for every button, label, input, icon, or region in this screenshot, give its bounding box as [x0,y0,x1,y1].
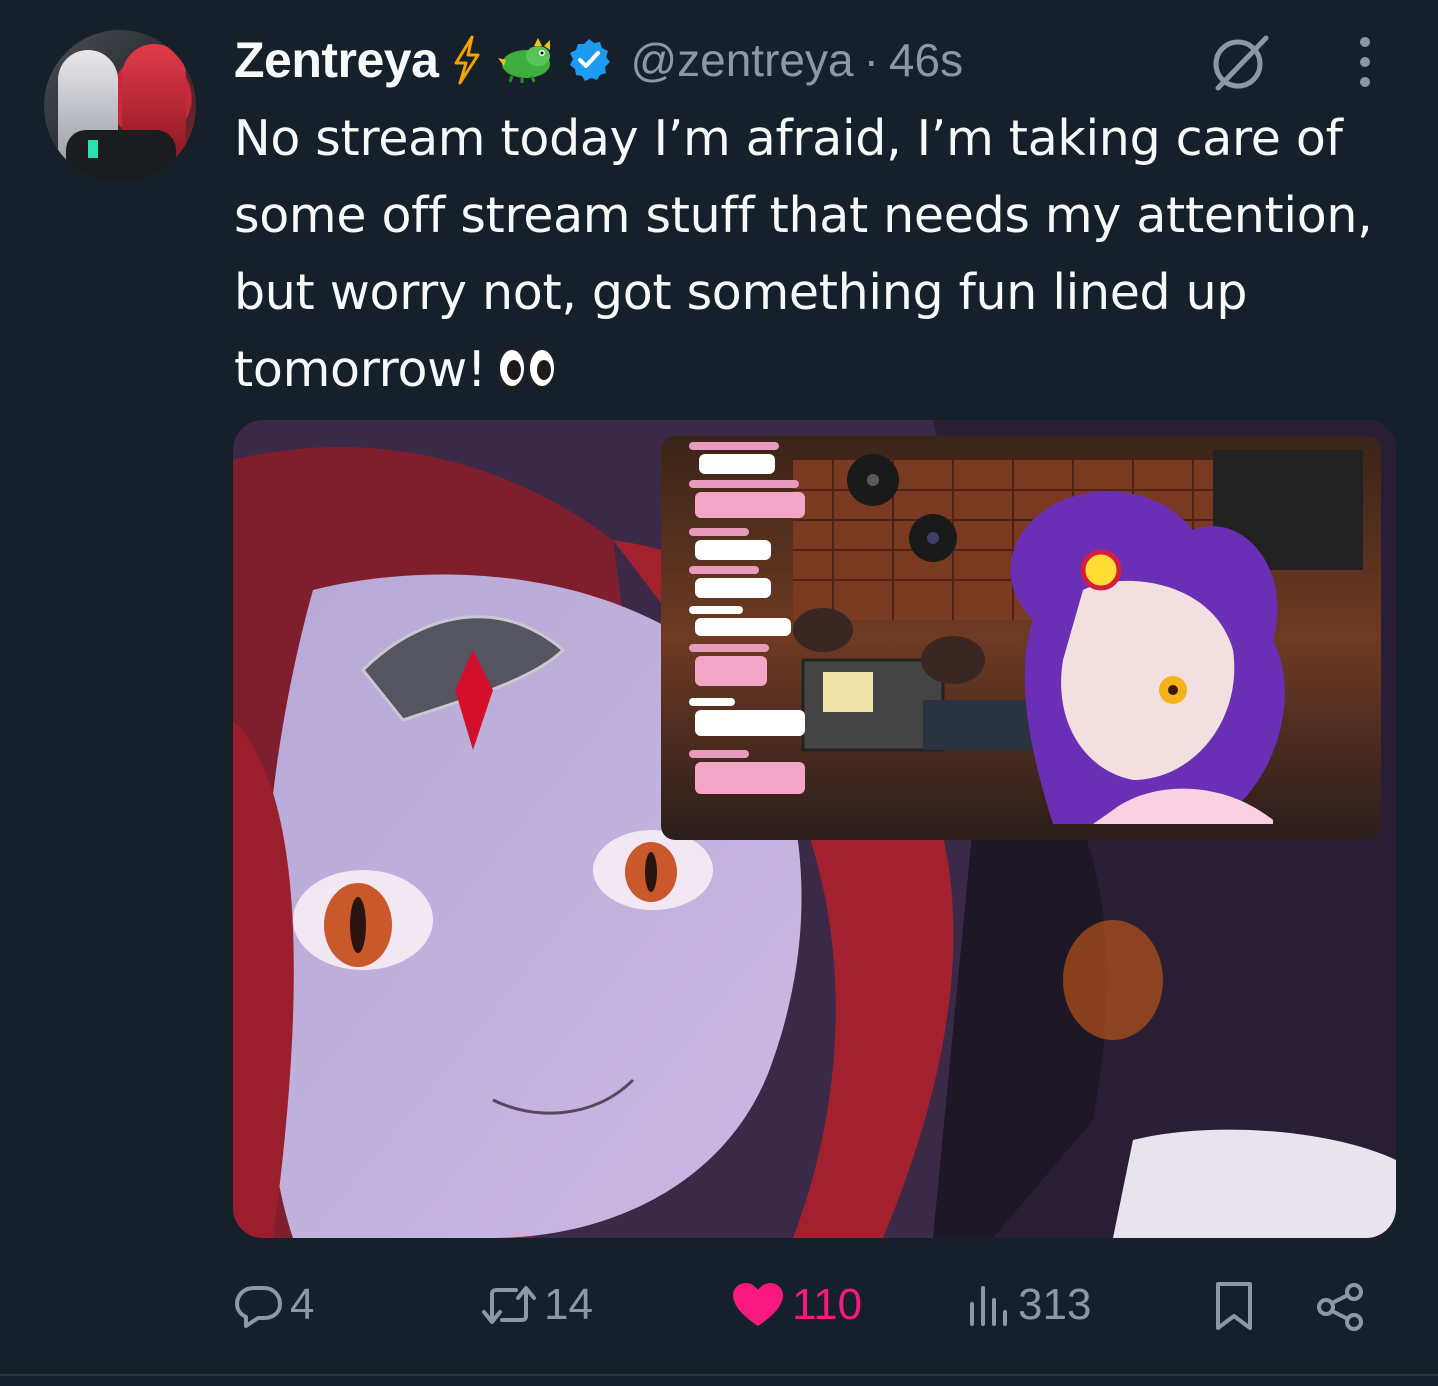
eyes-emoji-icon [498,348,557,388]
media-artwork [233,420,1396,1238]
tweet-body: No stream today I’m afraid, I’m taking c… [234,110,1373,398]
avatar[interactable] [44,30,196,182]
reply-button[interactable]: 4 [234,1280,314,1330]
bookmark-button[interactable] [1212,1280,1262,1332]
separator-dot: · [863,34,879,86]
share-icon [1317,1283,1363,1331]
retweet-count: 14 [544,1280,593,1329]
tweet-card[interactable]: Zentreya @zentreya · 46s No stream today… [0,0,1438,1386]
more-options-icon[interactable] [1350,34,1380,90]
divider [0,1374,1438,1376]
tweet-media[interactable] [233,420,1396,1238]
heart-icon [733,1283,783,1326]
tweet-header: Zentreya @zentreya · 46s [234,28,963,92]
lightning-bolt-icon [454,35,480,85]
share-button[interactable] [1314,1280,1374,1334]
dragon-emoji-icon [498,38,551,83]
views-count: 313 [1018,1280,1092,1329]
views-button[interactable]: 313 [966,1280,1091,1330]
tweet-text: No stream today I’m afraid, I’m taking c… [234,100,1414,408]
timestamp[interactable]: 46s [889,33,963,87]
bookmark-icon [1216,1282,1252,1330]
display-name[interactable]: Zentreya [234,31,439,89]
reply-count: 4 [290,1280,315,1329]
avatar-accent [88,140,98,158]
avatar-outfit [66,130,176,182]
grok-icon[interactable] [1208,30,1272,94]
retweet-icon [482,1286,536,1324]
retweet-button[interactable]: 14 [480,1280,593,1330]
verified-badge-icon[interactable] [566,37,612,83]
like-count: 110 [792,1280,863,1329]
tweet-actions: 4 14 110 313 [0,1270,1438,1350]
like-button[interactable]: 110 [730,1280,862,1330]
views-chart-icon [970,1286,1007,1326]
handle[interactable]: @zentreya [630,33,853,87]
stream-screenshot-overlay [661,436,1381,840]
reply-icon [235,1286,282,1328]
